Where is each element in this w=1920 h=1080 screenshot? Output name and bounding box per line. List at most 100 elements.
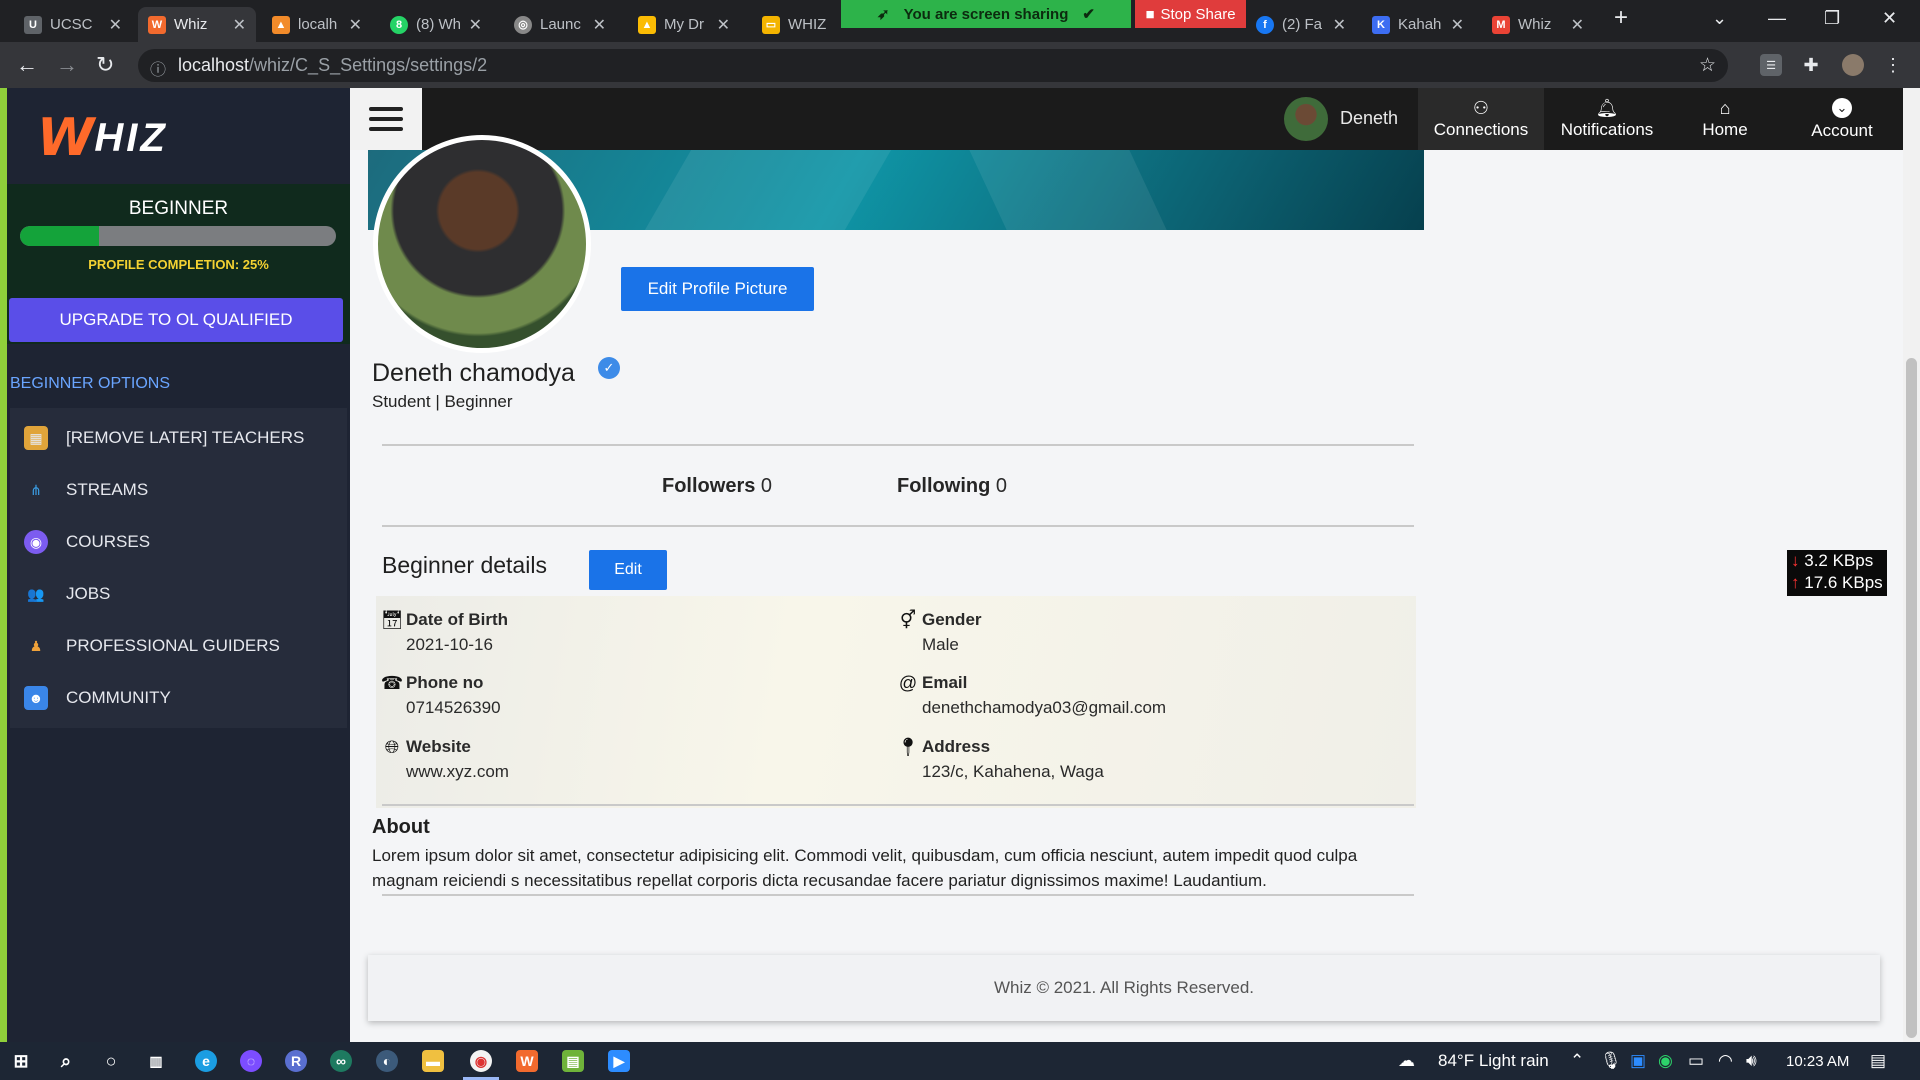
tab-search-icon[interactable]: ⌄ [1712,8,1727,29]
close-icon[interactable]: ✕ [1333,15,1346,35]
close-icon[interactable]: ✕ [717,15,730,35]
hamburger-menu-button[interactable] [350,88,422,150]
nav-home-label: Home [1702,119,1748,139]
network-speed-widget: ↓ 3.2 KBps ↑ 17.6 KBps [1787,550,1887,596]
forward-button[interactable]: → [56,52,78,78]
clock-time[interactable]: 10:23 AM [1786,1053,1849,1070]
zoom-icon[interactable]: ▶ [608,1050,630,1072]
file-explorer-icon[interactable]: ▬ [422,1050,444,1072]
bookmark-star-icon[interactable]: ☆ [1699,54,1716,77]
close-icon[interactable]: ✕ [1451,15,1464,35]
extension-icon[interactable]: ☰ [1760,54,1782,76]
close-window-button[interactable]: ✕ [1882,8,1897,29]
puzzle-extensions-icon[interactable]: ✚ [1800,54,1822,76]
browser-tab[interactable]: ▭ WHIZ [752,7,838,42]
website-value[interactable]: www.xyz.com [406,762,509,782]
record-tray-icon[interactable]: ◉ [1658,1051,1673,1071]
volume-icon[interactable]: 🔊︎ [1746,1051,1757,1071]
minimize-button[interactable]: — [1768,8,1786,29]
whiz-logo[interactable]: W HIZ [37,108,168,168]
sidebar-item-professional-guiders[interactable]: ♟ PROFESSIONAL GUIDERS [10,616,347,676]
browser-tab[interactable]: 8 (8) Wh ✕ [380,7,492,42]
sidebar-item-jobs[interactable]: 👥 JOBS [10,564,347,624]
browser-tab[interactable]: K Kahah ✕ [1362,7,1474,42]
scrollbar-thumb[interactable] [1906,358,1917,1038]
close-icon[interactable]: ✕ [233,15,246,35]
notepad-icon[interactable]: ▤ [562,1050,584,1072]
browser-tab[interactable]: ◎ Launc ✕ [504,7,616,42]
user-name[interactable]: Deneth [1340,108,1398,129]
search-icon[interactable]: ⌕ [55,1050,77,1072]
restore-button[interactable]: ❐ [1824,8,1840,29]
chrome-icon[interactable]: ◉ [470,1050,492,1072]
close-icon[interactable]: ✕ [469,15,482,35]
microphone-icon[interactable]: 🎙︎ [1600,1051,1622,1071]
sidebar-item-label: COURSES [66,532,151,551]
hamburger-line [369,107,403,111]
r-app-icon[interactable]: R [285,1050,307,1072]
browser-tab[interactable]: f (2) Fa ✕ [1246,7,1356,42]
windows-start-icon[interactable]: ⊞ [10,1050,32,1072]
browser-tab[interactable]: U UCSC ✕ [14,7,132,42]
close-icon[interactable]: ✕ [349,15,362,35]
app-icon[interactable]: ◌ [240,1050,262,1072]
location-pin-icon: 📍︎ [896,736,920,757]
browser-tab[interactable]: M Whiz ✕ [1482,7,1594,42]
user-avatar[interactable] [1284,97,1328,141]
weather-cloud-icon[interactable]: ☁ [1398,1051,1415,1071]
wifi-icon[interactable]: ◠ [1718,1051,1733,1071]
address-value: 123/c, Kahahena, Waga [922,762,1104,781]
reload-button[interactable]: ↻ [96,52,114,78]
following-count[interactable]: Following 0 [897,475,1007,498]
notification-center-icon[interactable]: ▤ [1870,1051,1886,1071]
download-arrow-icon: ↓ [1791,551,1800,570]
tab-title: Kahah [1398,16,1442,33]
site-info-icon[interactable]: ⓘ [150,56,166,80]
sidebar-item-streams[interactable]: ⋔ STREAMS [10,460,347,520]
upgrade-button[interactable]: UPGRADE TO OL QUALIFIED [9,298,343,342]
details-panel: 📅︎ Date of Birth 2021-10-16 ⚥ Gender Mal… [376,596,1416,808]
chevron-up-icon[interactable]: ⌃ [1570,1051,1584,1071]
sidebar-item-teachers[interactable]: ▦ [REMOVE LATER] TEACHERS [10,408,347,468]
battery-icon[interactable]: ▭ [1688,1051,1704,1071]
close-icon[interactable]: ✕ [1571,15,1584,35]
email-value[interactable]: denethchamodya03@gmail.com [922,698,1166,718]
kebab-menu-icon[interactable]: ⋮ [1882,54,1904,76]
back-button[interactable]: ← [16,52,38,78]
followers-count[interactable]: Followers 0 [662,475,772,498]
infinity-app-icon[interactable]: ∞ [330,1050,352,1072]
close-icon[interactable]: ✕ [593,15,606,35]
remote-app-icon[interactable]: ◐ [376,1050,398,1072]
profile-content: Edit Profile Picture Deneth chamodya ✓ S… [350,135,1903,1042]
task-view-icon[interactable]: ▥ [145,1050,167,1072]
nav-account[interactable]: ⌄ Account [1782,88,1902,150]
close-icon[interactable]: ✕ [109,15,122,35]
edit-profile-picture-button[interactable]: Edit Profile Picture [621,267,814,311]
cover-facet [644,150,892,230]
chevron-down-icon: ⌄ [1832,97,1852,118]
browser-tab[interactable]: ▲ localh ✕ [262,7,372,42]
stop-share-button[interactable]: ■ Stop Share [1135,0,1246,28]
nav-notifications[interactable]: 🔔︎ Notifications [1546,88,1668,150]
globe-favicon-icon: ◎ [514,15,532,34]
divider [382,525,1414,527]
url-input[interactable]: ⓘ localhost/whiz/C_S_Settings/settings/2… [138,49,1728,82]
following-label: Following [897,475,991,497]
new-tab-button[interactable]: + [1614,4,1628,32]
nav-home[interactable]: ⌂ Home [1670,88,1780,150]
following-value: 0 [995,475,1007,497]
cortana-icon[interactable]: ○ [100,1050,122,1072]
edge-icon[interactable]: e [195,1050,217,1072]
profile-avatar-icon[interactable] [1842,54,1864,76]
browser-tab[interactable]: ▲ My Dr ✕ [628,7,740,42]
page-scrollbar[interactable] [1903,88,1920,1042]
whatsapp-favicon-icon: 8 [390,15,408,34]
sidebar-item-community[interactable]: ☻ COMMUNITY [10,668,347,728]
edit-details-button[interactable]: Edit [589,550,667,590]
sidebar-item-courses[interactable]: ◉ COURSES [10,512,347,572]
browser-tab-active[interactable]: W Whiz ✕ [138,7,256,42]
weather-text[interactable]: 84°F Light rain [1438,1051,1549,1071]
xampp-taskbar-icon[interactable]: W [516,1050,538,1072]
nav-connections[interactable]: ⚇ Connections [1418,88,1544,150]
zoom-tray-icon[interactable]: ▣ [1630,1051,1646,1071]
